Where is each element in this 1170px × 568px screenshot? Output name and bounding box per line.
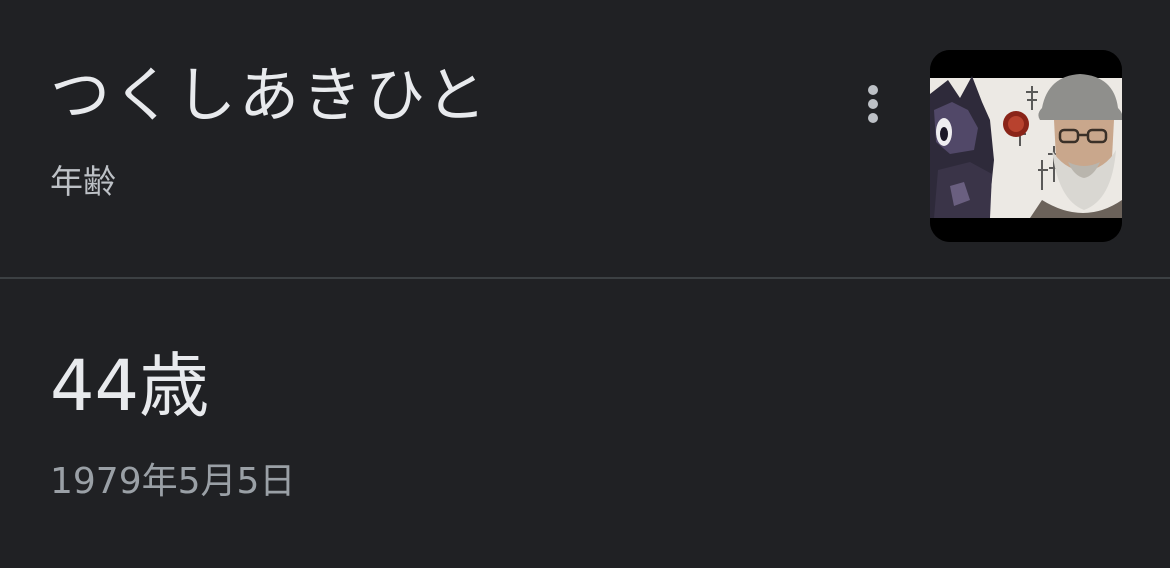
more-vert-icon — [868, 85, 878, 123]
entity-thumbnail[interactable] — [930, 50, 1122, 242]
thumbnail-image — [930, 50, 1122, 242]
entity-title[interactable]: つくしあきひと — [50, 58, 489, 134]
age-value: 44歳 — [50, 345, 210, 427]
attribute-label: 年齢 — [50, 162, 116, 201]
card-header: つくしあきひと 年齢 — [0, 0, 1170, 278]
more-options-button[interactable] — [848, 78, 898, 130]
birth-date: 1979年5月5日 — [50, 461, 296, 502]
section-divider — [0, 277, 1170, 279]
age-answer-card: つくしあきひと 年齢 44歳 1979年5月5日 — [0, 0, 1170, 568]
